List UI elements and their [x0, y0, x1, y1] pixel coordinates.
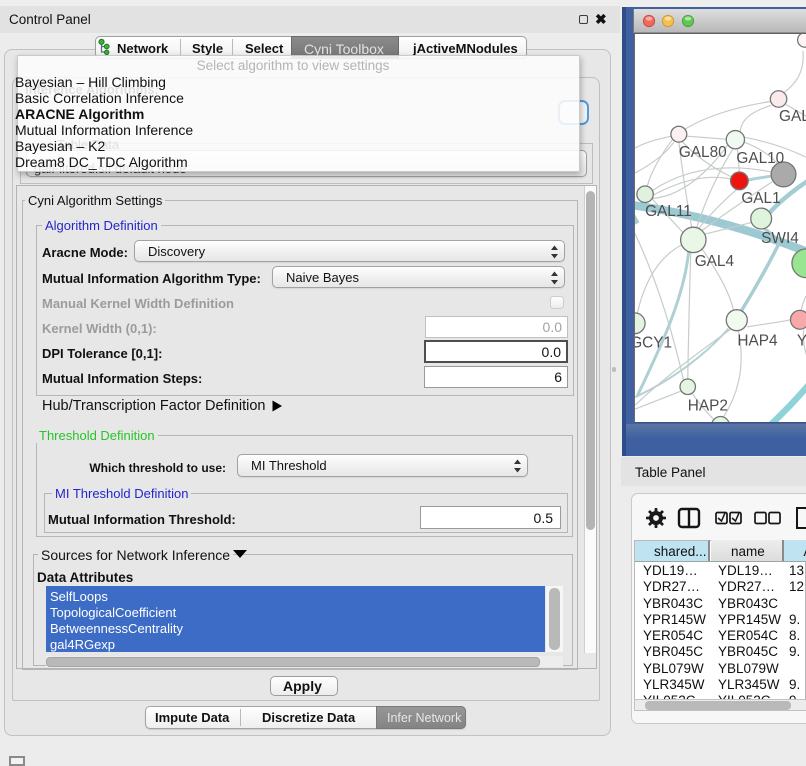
svg-text:GAL10: GAL10: [736, 150, 784, 167]
svg-text:GAL80: GAL80: [679, 144, 727, 161]
svg-text:SWI4: SWI4: [761, 230, 799, 247]
svg-text:GAL2: GAL2: [779, 108, 806, 125]
svg-text:GAL4: GAL4: [695, 253, 735, 270]
svg-text:GCY1: GCY1: [634, 335, 672, 352]
svg-text:GAL11: GAL11: [645, 203, 692, 220]
svg-text:YM: YM: [797, 333, 806, 350]
svg-text:HAP2: HAP2: [688, 398, 728, 415]
svg-text:HAP4: HAP4: [737, 333, 778, 350]
svg-text:GAL1: GAL1: [741, 190, 780, 207]
